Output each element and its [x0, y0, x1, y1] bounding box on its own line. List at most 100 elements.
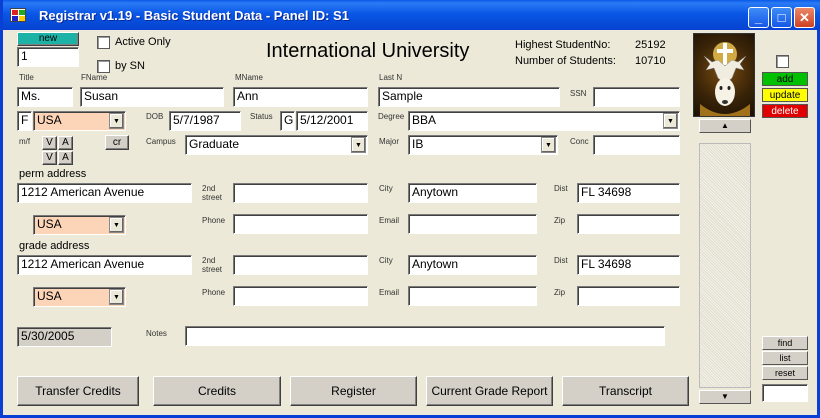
grade-city-label: City — [379, 256, 393, 265]
grade-country-select[interactable]: USA ▼ — [33, 287, 126, 307]
grade-street-field[interactable]: 1212 American Avenue — [17, 255, 192, 275]
degree-label: Degree — [378, 112, 405, 121]
chevron-down-icon[interactable]: ▼ — [109, 217, 124, 233]
by-ssn-checkbox[interactable] — [97, 60, 110, 73]
dob-label: DOB — [146, 112, 164, 121]
perm-dist-field[interactable]: FL 34698 — [577, 183, 680, 203]
grade-dist-label: Dist — [554, 256, 568, 265]
window-title: Registrar v1.19 - Basic Student Data - P… — [39, 8, 349, 23]
chevron-down-icon[interactable]: ▼ — [109, 113, 124, 129]
find-input[interactable] — [762, 384, 808, 402]
grade-street2-field[interactable] — [233, 255, 368, 275]
country-select[interactable]: USA ▼ — [33, 111, 126, 131]
cr-button[interactable]: cr — [105, 135, 129, 150]
notes-label: Notes — [146, 329, 167, 338]
grade-city-field[interactable]: Anytown — [408, 255, 537, 275]
add-button[interactable]: add — [762, 72, 808, 86]
minimize-button[interactable]: _ — [748, 7, 769, 28]
grade-street2-label: 2nd street — [202, 256, 223, 274]
title-bar[interactable]: Registrar v1.19 - Basic Student Data - P… — [3, 0, 820, 30]
campus-label: Campus — [146, 137, 176, 146]
perm-street2-label: 2nd street — [202, 184, 223, 202]
chevron-down-icon[interactable]: ▼ — [351, 137, 366, 153]
university-name: International University — [266, 40, 470, 62]
grade-email-field[interactable] — [408, 286, 537, 306]
transcript-button[interactable]: Transcript — [562, 376, 689, 406]
status-code-field[interactable]: G — [280, 111, 295, 131]
stag-crest-icon — [700, 42, 750, 116]
ssn-field[interactable] — [593, 87, 680, 107]
status-label: Status — [250, 112, 273, 121]
a-button-2[interactable]: A — [58, 151, 73, 165]
conc-field[interactable] — [593, 135, 680, 155]
grade-address-heading: grade address — [19, 240, 90, 252]
grade-zip-field[interactable] — [577, 286, 680, 306]
conc-label: Conc — [570, 137, 589, 146]
close-button[interactable]: ✕ — [794, 7, 815, 28]
maximize-button[interactable]: □ — [771, 7, 792, 28]
notes-field[interactable] — [185, 326, 665, 346]
grade-phone-field[interactable] — [233, 286, 368, 306]
campus-value: Graduate — [189, 137, 240, 151]
country-value: USA — [37, 113, 62, 127]
status-date-field[interactable]: 5/12/2001 — [296, 111, 368, 131]
transfer-credits-button[interactable]: Transfer Credits — [17, 376, 139, 406]
current-grade-report-button[interactable]: Current Grade Report — [426, 376, 553, 406]
perm-street2-field[interactable] — [233, 183, 368, 203]
perm-email-field[interactable] — [408, 214, 537, 234]
register-button[interactable]: Register — [290, 376, 417, 406]
grade-country-value: USA — [37, 289, 62, 303]
fname-field[interactable]: Susan — [80, 87, 224, 107]
active-only-checkbox[interactable] — [97, 36, 110, 49]
mf-label: m/f — [19, 137, 31, 146]
record-scrollbar-track[interactable] — [699, 143, 751, 388]
perm-zip-field[interactable] — [577, 214, 680, 234]
scroll-up-button[interactable]: ▲ — [699, 119, 751, 133]
major-value: IB — [412, 137, 424, 151]
perm-phone-label: Phone — [202, 216, 226, 225]
grade-dist-field[interactable]: FL 34698 — [577, 255, 680, 275]
find-button[interactable]: find — [762, 336, 808, 350]
new-button[interactable]: new — [17, 32, 79, 46]
delete-button[interactable]: delete — [762, 104, 808, 118]
perm-country-select[interactable]: USA ▼ — [33, 215, 126, 235]
perm-address-heading: perm address — [19, 168, 87, 180]
chevron-down-icon[interactable]: ▼ — [663, 113, 678, 129]
app-icon — [10, 8, 26, 22]
grade-zip-label: Zip — [554, 288, 566, 297]
app-window: Registrar v1.19 - Basic Student Data - P… — [0, 0, 820, 418]
chevron-down-icon[interactable]: ▼ — [541, 137, 556, 153]
perm-street-field[interactable]: 1212 American Avenue — [17, 183, 192, 203]
mname-field[interactable]: Ann — [233, 87, 368, 107]
major-select[interactable]: IB ▼ — [408, 135, 558, 155]
title-field[interactable]: Ms. — [17, 87, 73, 107]
active-only-label: Active Only — [115, 36, 171, 48]
a-button-1[interactable]: A — [58, 136, 73, 150]
scroll-down-button[interactable]: ▼ — [699, 390, 751, 404]
date-field: 5/30/2005 — [17, 327, 112, 347]
perm-city-field[interactable]: Anytown — [408, 183, 537, 203]
record-number-field[interactable]: 1 — [17, 47, 79, 67]
update-button[interactable]: update — [762, 88, 808, 102]
major-label: Major — [379, 137, 400, 146]
num-students-value: 10710 — [635, 55, 666, 67]
side-checkbox[interactable] — [776, 55, 789, 68]
lastn-field[interactable]: Sample — [378, 87, 560, 107]
dob-field[interactable]: 5/7/1987 — [169, 111, 241, 131]
v-button-1[interactable]: V — [42, 136, 57, 150]
campus-select[interactable]: Graduate ▼ — [185, 135, 368, 155]
credits-button[interactable]: Credits — [153, 376, 281, 406]
perm-country-value: USA — [37, 217, 62, 231]
v-button-2[interactable]: V — [42, 151, 57, 165]
title-label: Title — [19, 73, 34, 82]
grade-phone-label: Phone — [202, 288, 226, 297]
perm-zip-label: Zip — [554, 216, 566, 225]
perm-phone-field[interactable] — [233, 214, 368, 234]
gender-field[interactable]: F — [17, 111, 32, 131]
chevron-down-icon[interactable]: ▼ — [109, 289, 124, 305]
degree-select[interactable]: BBA ▼ — [408, 111, 680, 131]
ssn-label: SSN — [570, 89, 587, 98]
grade-email-label: Email — [379, 288, 400, 297]
reset-button[interactable]: reset — [762, 366, 808, 380]
list-button[interactable]: list — [762, 351, 808, 365]
